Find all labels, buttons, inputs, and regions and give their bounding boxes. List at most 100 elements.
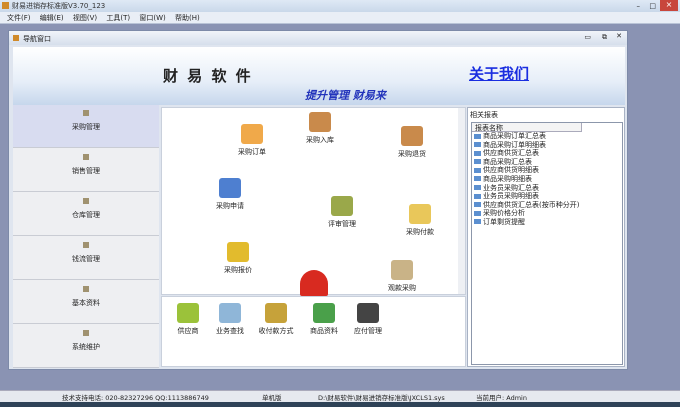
report-icon: [474, 142, 481, 148]
payment-icon: [409, 204, 431, 224]
report-item[interactable]: 商品采购订单明细表: [472, 141, 622, 150]
menu-window[interactable]: 窗口(W): [139, 14, 165, 22]
shortcut-label: 应付管理: [354, 327, 382, 335]
window-minimize-button[interactable]: ▭: [584, 33, 591, 41]
box-add-icon: [309, 112, 331, 132]
sidebar-item-basic-data[interactable]: 基本资料: [13, 281, 159, 324]
function-label: 评审管理: [328, 220, 356, 228]
report-label: 商品采购订单明细表: [483, 140, 546, 149]
menu-tools[interactable]: 工具(T): [106, 14, 130, 22]
report-item[interactable]: 商品采购明细表: [472, 175, 622, 184]
banner: 财 易 软 件 提升管理 财易来 关于我们: [13, 47, 625, 105]
window-close-button[interactable]: ✕: [616, 32, 622, 40]
menu-view[interactable]: 视图(V): [73, 14, 97, 22]
cart-icon: [331, 196, 353, 216]
report-label: 业务员采购汇总表: [483, 183, 539, 192]
navigation-window: 导航窗口 ▭ ⧉ ✕ 财 易 软 件 提升管理 财易来 关于我们 采购管理 销售…: [8, 30, 628, 370]
module-icon: [83, 242, 89, 248]
search-icon: [219, 303, 241, 323]
report-icon: [474, 193, 481, 199]
payables-button[interactable]: 应付管理: [338, 303, 398, 336]
box-remove-icon: [401, 126, 423, 146]
store-button[interactable]: [284, 270, 344, 299]
sidebar-item-cashflow[interactable]: 钱流管理: [13, 237, 159, 280]
shortcut-label: 供应商: [177, 327, 199, 335]
shortcut-panel: 供应商 业务查找 收付款方式 商品资料 应付管理: [161, 296, 466, 367]
report-item[interactable]: 采购价格分析: [472, 209, 622, 218]
sidebar-label: 仓库管理: [72, 211, 100, 219]
function-panel: 采购订单 采购入库 采购退货 采购申请 评审管理 采购付款 采购报价 观款采购: [161, 107, 466, 296]
menu-help[interactable]: 帮助(H): [175, 14, 200, 22]
slogan: 提升管理 财易来: [305, 89, 386, 102]
report-item[interactable]: 业务员采购明细表: [472, 192, 622, 201]
window-title-bar: 导航窗口 ▭ ⧉ ✕: [9, 31, 627, 45]
report-label: 业务员采购明细表: [483, 192, 539, 201]
quote-icon: [227, 242, 249, 262]
report-item[interactable]: 订单剩货提醒: [472, 218, 622, 227]
shortcut-label: 商品资料: [310, 327, 338, 335]
app-icon: [2, 2, 9, 9]
review-management-button[interactable]: 评审管理: [312, 196, 372, 229]
report-label: 商品采购汇总表: [483, 157, 532, 166]
scrollbar[interactable]: [458, 108, 465, 294]
menu-bar: 文件(F) 编辑(E) 视图(V) 工具(T) 窗口(W) 帮助(H): [0, 12, 680, 24]
report-icon: [474, 167, 481, 173]
sidebar-label: 钱流管理: [72, 255, 100, 263]
maximize-button[interactable]: □: [649, 2, 656, 10]
window-icon: [13, 35, 19, 41]
report-item[interactable]: 商品采购订单汇总表: [472, 132, 622, 141]
mode-label: 单机版: [262, 394, 282, 402]
cash-icon: [391, 260, 413, 280]
shortcut-label: 业务查找: [216, 327, 244, 335]
close-button[interactable]: ×: [660, 0, 678, 11]
sidebar-item-maintenance[interactable]: 系统维护: [13, 325, 159, 368]
purchase-return-button[interactable]: 采购退货: [382, 126, 442, 159]
report-label: 供应商供货明细表: [483, 166, 539, 175]
sidebar-item-purchase[interactable]: 采购管理: [13, 105, 159, 148]
sidebar-label: 基本资料: [72, 299, 100, 307]
report-item[interactable]: 业务员采购汇总表: [472, 184, 622, 193]
cash-purchase-button[interactable]: 观款采购: [372, 260, 432, 293]
function-label: 采购入库: [306, 136, 334, 144]
purchase-inbound-button[interactable]: 采购入库: [290, 112, 350, 145]
payables-icon: [357, 303, 379, 323]
window-restore-button[interactable]: ⧉: [602, 33, 607, 42]
related-reports-panel: 相关报表 报表名称 商品采购订单汇总表 商品采购订单明细表 供应商供货汇总表 商品采购…: [467, 107, 625, 367]
report-item[interactable]: 供应商供货汇总表: [472, 149, 622, 158]
module-icon: [83, 110, 89, 116]
module-icon: [83, 154, 89, 160]
purchase-payment-button[interactable]: 采购付款: [390, 204, 450, 237]
function-label: 采购付款: [406, 228, 434, 236]
books-icon: [313, 303, 335, 323]
report-label: 供应商供货汇总表(按币种分开): [483, 200, 580, 209]
about-us-link[interactable]: 关于我们: [469, 63, 529, 84]
report-icon: [474, 176, 481, 182]
reports-list: 报表名称 商品采购订单汇总表 商品采购订单明细表 供应商供货汇总表 商品采购汇总表 供应…: [471, 122, 623, 365]
app-title: 财易进销存标准版V3.70_123: [12, 2, 106, 10]
report-label: 订单剩货提醒: [483, 217, 525, 226]
purchase-request-button[interactable]: 采购申请: [200, 178, 260, 211]
function-label: 观款采购: [388, 284, 416, 292]
function-label: 采购申请: [216, 202, 244, 210]
sidebar-item-sales[interactable]: 销售管理: [13, 149, 159, 192]
sidebar-item-warehouse[interactable]: 仓库管理: [13, 193, 159, 236]
module-icon: [83, 330, 89, 336]
sidebar-label: 采购管理: [72, 123, 100, 131]
column-header[interactable]: 报表名称: [472, 123, 582, 132]
pencil-notebook-icon: [219, 178, 241, 198]
purchase-quote-button[interactable]: 采购报价: [208, 242, 268, 275]
report-label: 商品采购明细表: [483, 174, 532, 183]
window-title: 导航窗口: [23, 35, 51, 43]
report-item[interactable]: 供应商供货明细表: [472, 166, 622, 175]
module-icon: [83, 286, 89, 292]
function-label: 采购报价: [224, 266, 252, 274]
brand-title: 财 易 软 件: [163, 67, 253, 85]
report-icon: [474, 210, 481, 216]
purchase-order-button[interactable]: 采购订单: [222, 124, 282, 157]
money-bag-icon: [265, 303, 287, 323]
status-bar: 技术支持电话: 020-82327296 QQ:1113886749 单机版 D…: [0, 390, 680, 402]
menu-file[interactable]: 文件(F): [7, 14, 31, 22]
menu-edit[interactable]: 编辑(E): [40, 14, 64, 22]
minimize-button[interactable]: –: [637, 2, 641, 10]
order-icon: [241, 124, 263, 144]
